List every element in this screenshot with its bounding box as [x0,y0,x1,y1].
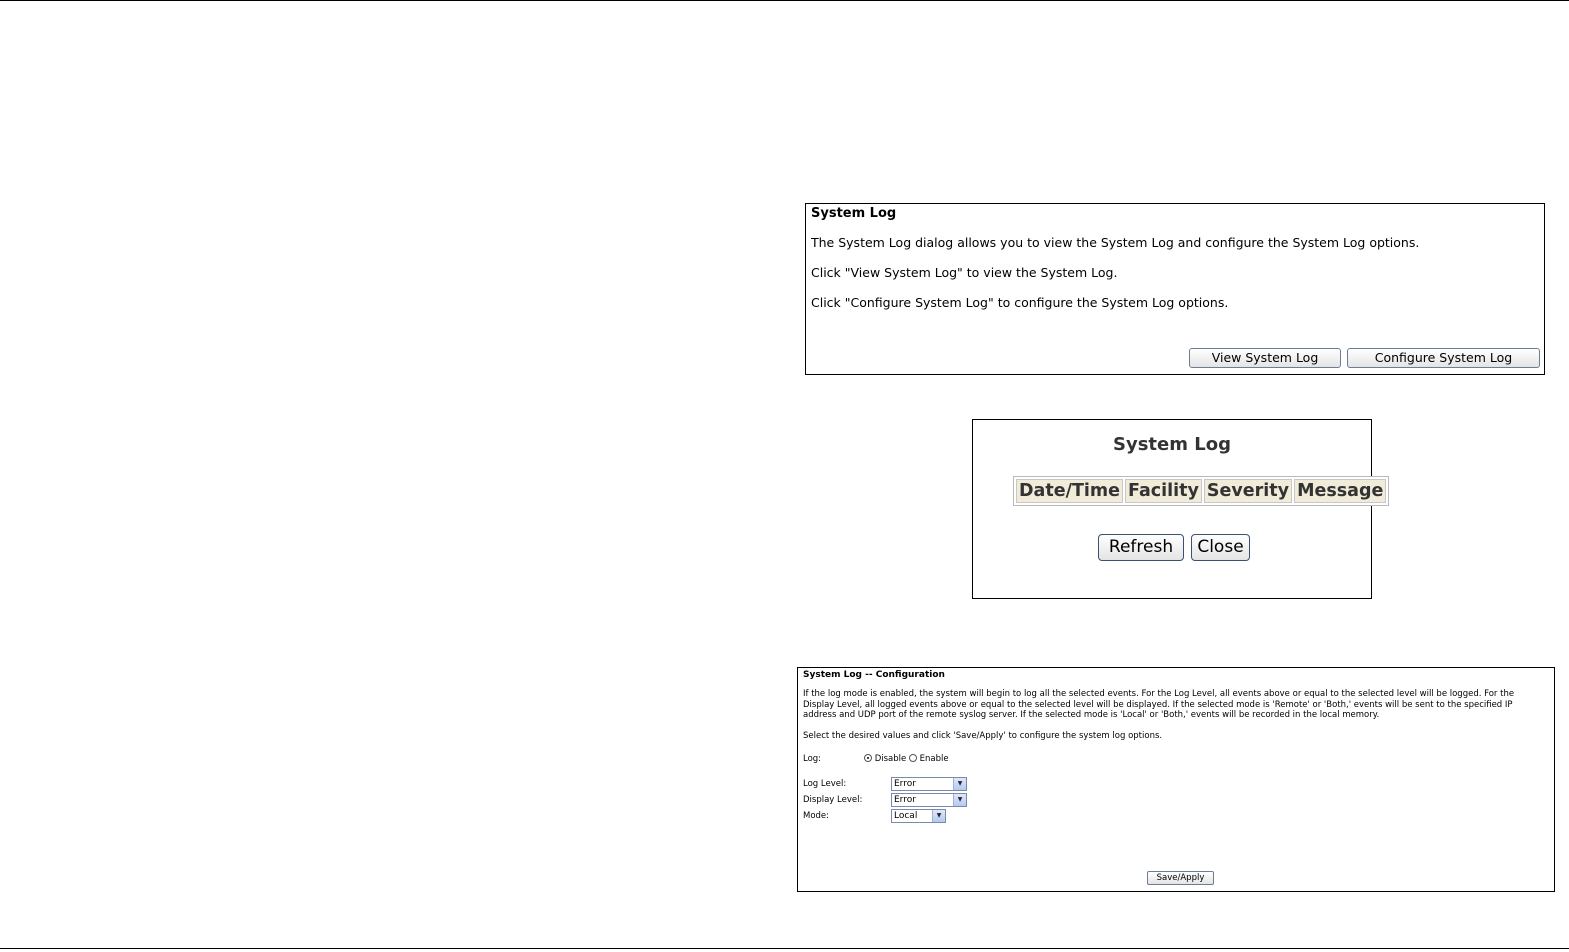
column-header-facility: Facility [1125,479,1202,503]
column-header-message: Message [1294,479,1387,503]
mode-label: Mode: [803,811,830,821]
bottom-rule [0,948,1569,949]
enable-label: Enable [919,754,949,764]
log-level-label: Log Level: [803,779,847,789]
disable-radio[interactable] [864,754,872,762]
instruction-text: Select the desired values and click 'Sav… [803,731,1163,741]
enable-radio[interactable] [908,754,917,762]
system-log-panel: System Log The System Log dialog allows … [805,203,1545,375]
description-text: If the log mode is enabled, the system w… [803,689,1515,720]
panel-title: System Log -- Configuration [803,670,945,680]
close-button[interactable]: Close [1191,534,1250,561]
view-hint-text: Click "View System Log" to view the Syst… [811,265,1118,280]
system-log-view-window: System Log Date/Time Facility Severity M… [972,419,1390,599]
column-header-datetime: Date/Time [1016,479,1124,503]
log-label: Log: [803,754,822,764]
log-level-select[interactable]: Error ▼ [891,777,967,791]
system-log-configuration-panel: System Log -- Configuration If the log m… [797,667,1555,892]
intro-text: The System Log dialog allows you to view… [811,235,1420,250]
top-rule [0,0,1569,1]
refresh-button[interactable]: Refresh [1098,534,1184,561]
window-title: System Log [1113,434,1231,455]
column-header-severity: Severity [1203,479,1293,503]
log-table-header-row: Date/Time Facility Severity Message [1016,479,1387,503]
panel-title: System Log [811,206,897,221]
configure-hint-text: Click "Configure System Log" to configur… [811,295,1229,310]
save-apply-button[interactable]: Save/Apply [1147,871,1214,885]
mode-select[interactable]: Local ▼ [891,809,946,823]
display-level-select[interactable]: Error ▼ [891,793,967,807]
log-table: Date/Time Facility Severity Message [1013,476,1390,506]
display-level-label: Display Level: [803,795,863,805]
mode-value: Local [894,811,918,821]
configure-system-log-button[interactable]: Configure System Log [1347,348,1540,368]
disable-label: Disable [874,754,907,764]
log-level-value: Error [894,779,916,789]
display-level-value: Error [894,795,916,805]
log-radio-group: Disable Enable [864,754,949,764]
chevron-down-icon: ▼ [932,810,945,822]
chevron-down-icon: ▼ [953,778,966,790]
view-system-log-button[interactable]: View System Log [1189,348,1341,368]
chevron-down-icon: ▼ [953,794,966,806]
